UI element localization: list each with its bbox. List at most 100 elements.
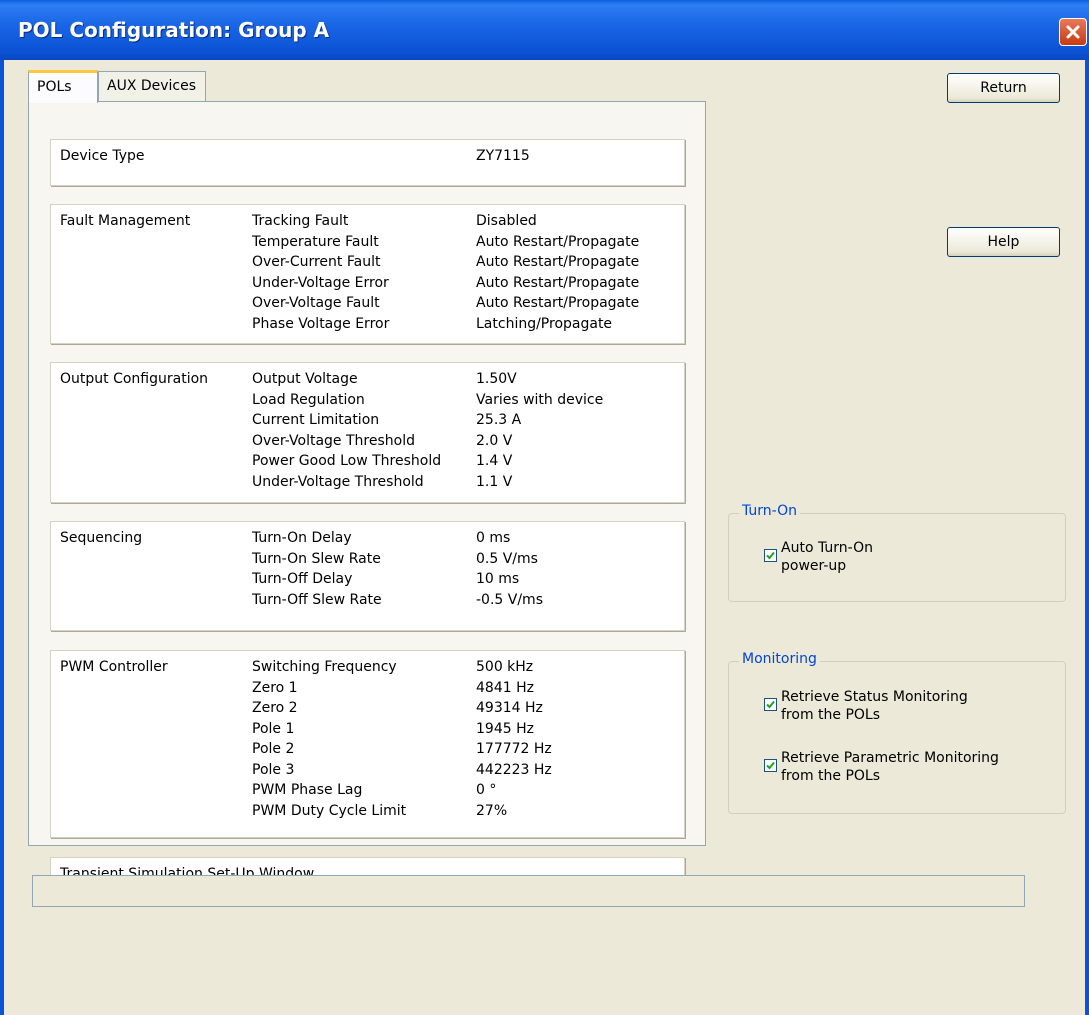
auto-turn-on-label[interactable]: Auto Turn-On power-up: [781, 539, 873, 575]
return-button[interactable]: Return: [947, 73, 1060, 103]
row-value: 442223 Hz: [476, 761, 552, 778]
fault-row: Phase Voltage Error Latching/Propagate: [252, 316, 682, 337]
row-value: Auto Restart/Propagate: [476, 233, 640, 250]
tab-aux-devices[interactable]: AUX Devices: [98, 71, 206, 101]
sequencing-row: Turn-Off Slew Rate -0.5 V/ms: [252, 592, 682, 613]
close-button[interactable]: [1059, 18, 1087, 46]
title-bar[interactable]: POL Configuration: Group A: [0, 0, 1089, 60]
window-border-right: [1085, 60, 1089, 1015]
help-button[interactable]: Help: [947, 227, 1060, 257]
row-label: Turn-Off Slew Rate: [252, 591, 382, 608]
close-icon: [1066, 25, 1080, 39]
retrieve-status-monitoring-label[interactable]: Retrieve Status Monitoring from the POLs: [781, 688, 968, 724]
section-title: Sequencing: [60, 530, 143, 546]
output-row: Output Voltage 1.50V: [252, 371, 682, 392]
row-value: 1945 Hz: [476, 720, 534, 737]
fault-row: Under-Voltage Error Auto Restart/Propagat…: [252, 275, 682, 296]
row-label: Turn-On Delay: [252, 530, 352, 546]
pwm-row: Zero 2 49314 Hz: [252, 700, 682, 721]
row-label: Turn-On Slew Rate: [252, 550, 381, 567]
row-label: Over-Voltage Fault: [252, 295, 380, 311]
row-label: Pole 2: [252, 741, 295, 757]
section-title: Fault Management: [60, 213, 191, 229]
window-border-left: [0, 60, 4, 1015]
device-type-value: ZY7115: [476, 148, 530, 164]
sequencing-section: Sequencing Turn-On Delay 0 ms Turn-On Sle…: [50, 521, 685, 631]
row-label: Zero 1: [252, 679, 298, 696]
row-label: Under-Voltage Threshold: [252, 473, 424, 490]
row-label: Under-Voltage Error: [252, 274, 389, 291]
section-title: PWM Controller: [60, 659, 168, 675]
pol-configuration-window: POL Configuration: Group A POLs AUX Devi…: [0, 0, 1089, 1015]
row-label: Zero 2: [252, 700, 298, 716]
retrieve-status-monitoring-checkbox[interactable]: [764, 698, 777, 711]
monitoring-group: Monitoring Retrieve Status Monitoring fr…: [728, 651, 1066, 814]
retrieve-parametric-monitoring-label[interactable]: Retrieve Parametric Monitoring from the …: [781, 749, 999, 785]
row-value: Varies with device: [476, 391, 604, 408]
row-value: 500 kHz: [476, 659, 534, 675]
fault-row: Over-Current Fault Auto Restart/Propagate: [252, 254, 682, 275]
group-label: Monitoring: [739, 651, 820, 667]
checkmark-icon: [766, 551, 775, 560]
fault-row: Temperature Fault Auto Restart/Propagate: [252, 234, 682, 255]
row-value: Auto Restart/Propagate: [476, 254, 640, 270]
row-value: 10 ms: [476, 571, 520, 587]
fault-row: Tracking Fault Disabled: [252, 213, 682, 234]
tab-pols[interactable]: POLs: [28, 70, 98, 103]
output-row: Over-Voltage Threshold 2.0 V: [252, 433, 682, 454]
checkmark-icon: [766, 761, 775, 770]
row-value: Disabled: [476, 213, 537, 229]
row-label: Pole 3: [252, 761, 295, 778]
pwm-row: PWM Duty Cycle Limit 27%: [252, 803, 682, 824]
output-row: Power Good Low Threshold 1.4 V: [252, 453, 682, 474]
row-value: 0 ms: [476, 530, 511, 546]
status-bar: [32, 875, 1025, 907]
row-value: 4841 Hz: [476, 679, 534, 696]
row-value: 2.0 V: [476, 432, 513, 449]
pwm-controller-section: PWM Controller Switching Frequency 500 kH…: [50, 650, 685, 838]
row-label: PWM Phase Lag: [252, 782, 363, 798]
row-label: Power Good Low Threshold: [252, 453, 442, 469]
output-row: Current Limitation 25.3 A: [252, 412, 682, 433]
row-label: Tracking Fault: [252, 213, 349, 229]
row-value: -0.5 V/ms: [476, 591, 543, 608]
row-value: 49314 Hz: [476, 700, 543, 716]
pwm-row: Pole 3 442223 Hz: [252, 762, 682, 783]
row-value: 1.1 V: [476, 473, 513, 490]
row-label: Over-Current Fault: [252, 254, 381, 270]
row-value: 1.4 V: [476, 453, 513, 469]
device-type-section: Device Type ZY7115: [50, 139, 685, 186]
section-title: Output Configuration: [60, 371, 209, 387]
section-title: Device Type: [60, 148, 145, 164]
row-value: Auto Restart/Propagate: [476, 295, 640, 311]
row-value: 0 °: [476, 782, 497, 798]
row-value: 177772 Hz: [476, 741, 552, 757]
row-label: PWM Duty Cycle Limit: [252, 802, 407, 819]
row-value: Latching/Propagate: [476, 315, 613, 332]
turn-on-group: Turn-On Auto Turn-On power-up: [728, 503, 1066, 602]
pwm-row: PWM Phase Lag 0 °: [252, 782, 682, 803]
pwm-row: Pole 2 177772 Hz: [252, 741, 682, 762]
row-label: Output Voltage: [252, 371, 358, 387]
row-value: 25.3 A: [476, 412, 522, 428]
window-title: POL Configuration: Group A: [18, 18, 330, 42]
output-configuration-section: Output Configuration Output Voltage 1.50V…: [50, 362, 685, 503]
sequencing-row: Turn-Off Delay 10 ms: [252, 571, 682, 592]
row-label: Load Regulation: [252, 391, 365, 408]
row-label: Turn-Off Delay: [252, 571, 353, 587]
row-value: 27%: [476, 802, 508, 819]
auto-turn-on-checkbox[interactable]: [764, 549, 777, 562]
retrieve-parametric-monitoring-checkbox[interactable]: [764, 759, 777, 772]
row-label: Switching Frequency: [252, 659, 397, 675]
row-label: Current Limitation: [252, 412, 380, 428]
fault-row: Over-Voltage Fault Auto Restart/Propagate: [252, 295, 682, 316]
sequencing-row: Turn-On Delay 0 ms: [252, 530, 682, 551]
output-row: Load Regulation Varies with device: [252, 392, 682, 413]
row-label: Temperature Fault: [252, 233, 379, 250]
row-label: Over-Voltage Threshold: [252, 432, 415, 449]
row-label: Phase Voltage Error: [252, 315, 390, 332]
row-value: 0.5 V/ms: [476, 550, 538, 567]
pwm-row: Pole 1 1945 Hz: [252, 721, 682, 742]
row-value: 1.50V: [476, 371, 517, 387]
row-value: Auto Restart/Propagate: [476, 274, 640, 291]
